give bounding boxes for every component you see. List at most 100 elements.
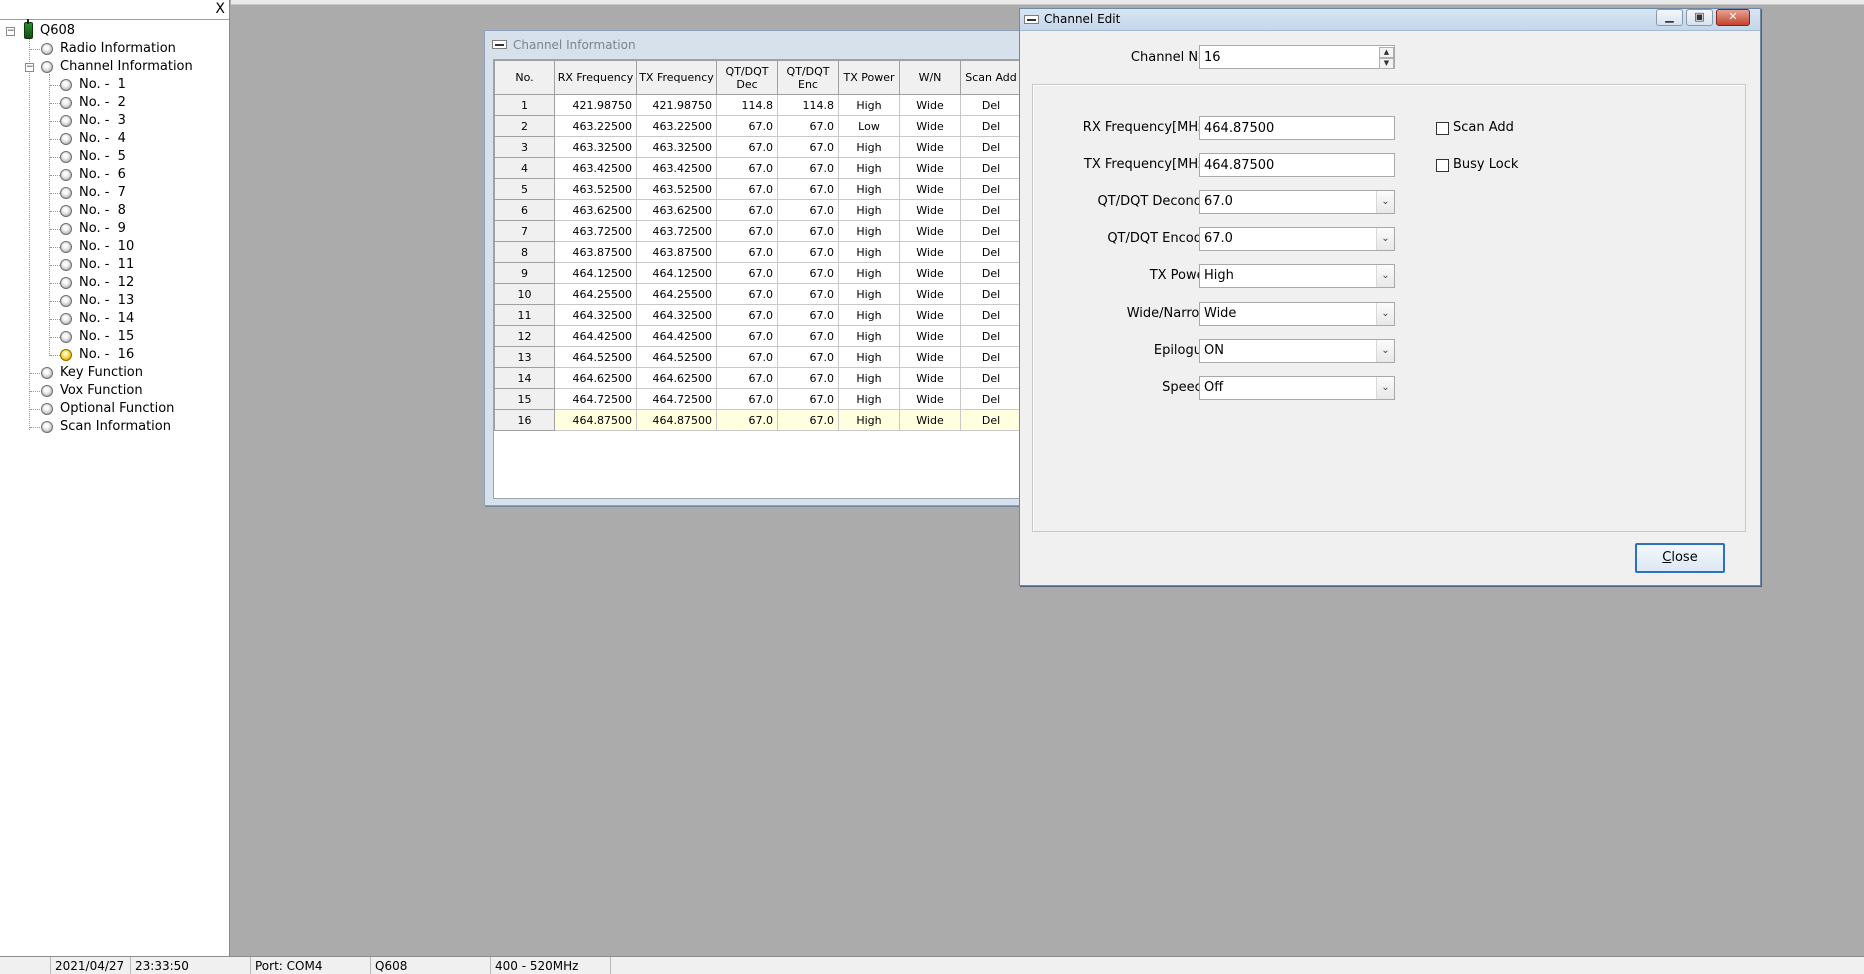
table-cell[interactable]: 67.0 (716, 178, 778, 200)
table-cell[interactable]: Wide (899, 199, 961, 221)
tree-item-channel[interactable]: No. - 12 (0, 274, 230, 292)
row-header[interactable]: 3 (494, 136, 555, 158)
collapse-icon[interactable]: − (6, 27, 15, 36)
row-header[interactable]: 15 (494, 388, 555, 410)
chevron-down-icon[interactable]: ⌄ (1376, 265, 1394, 287)
qt-dqt-encode-select[interactable]: 67.0 ⌄ (1199, 227, 1395, 251)
table-cell[interactable]: 463.87500 (554, 241, 637, 263)
table-cell[interactable]: 464.72500 (636, 388, 717, 410)
row-header[interactable]: 16 (494, 409, 555, 431)
table-cell[interactable]: Del (960, 115, 1022, 137)
chevron-down-icon[interactable]: ⌄ (1376, 228, 1394, 250)
table-cell[interactable]: 463.22500 (636, 115, 717, 137)
table-cell[interactable]: Wide (899, 409, 961, 431)
table-cell[interactable]: 463.52500 (554, 178, 637, 200)
row-header[interactable]: 12 (494, 325, 555, 347)
table-cell[interactable]: 67.0 (716, 388, 778, 410)
table-cell[interactable]: 421.98750 (636, 94, 717, 116)
chevron-down-icon[interactable]: ⌄ (1376, 340, 1394, 362)
table-cell[interactable]: Del (960, 367, 1022, 389)
row-header[interactable]: 14 (494, 367, 555, 389)
row-header[interactable]: 10 (494, 283, 555, 305)
table-cell[interactable]: 464.32500 (636, 304, 717, 326)
table-cell[interactable]: 114.8 (777, 94, 839, 116)
table-cell[interactable]: 463.32500 (636, 136, 717, 158)
table-cell[interactable]: 464.12500 (636, 262, 717, 284)
table-cell[interactable]: Wide (899, 220, 961, 242)
table-cell[interactable]: 463.72500 (636, 220, 717, 242)
table-cell[interactable]: 67.0 (777, 199, 839, 221)
table-cell[interactable]: High (838, 262, 900, 284)
table-cell[interactable]: High (838, 157, 900, 179)
table-cell[interactable]: Low (838, 115, 900, 137)
tree-item-channel[interactable]: No. - 13 (0, 292, 230, 310)
table-cell[interactable]: 463.32500 (554, 136, 637, 158)
row-header[interactable]: 11 (494, 304, 555, 326)
tree-item-channel[interactable]: No. - 6 (0, 166, 230, 184)
spin-down-icon[interactable]: ▼ (1379, 58, 1394, 69)
wide-narrow-select[interactable]: Wide ⌄ (1199, 302, 1395, 326)
table-cell[interactable]: Del (960, 409, 1022, 431)
channel-edit-dialog[interactable]: Channel Edit ▁ ▣ ✕ Channel No. ▲ ▼ RX Fr… (1019, 8, 1761, 586)
table-cell[interactable]: 464.42500 (636, 325, 717, 347)
close-panel-icon[interactable]: X (215, 1, 225, 17)
tree-item-scan-information[interactable]: Scan Information (0, 418, 230, 436)
row-header[interactable]: 1 (494, 94, 555, 116)
table-cell[interactable]: 463.42500 (636, 157, 717, 179)
table-cell[interactable]: 463.52500 (636, 178, 717, 200)
table-cell[interactable]: Wide (899, 262, 961, 284)
minimize-button[interactable]: ▁ (1656, 9, 1683, 26)
table-cell[interactable]: 464.52500 (636, 346, 717, 368)
chevron-down-icon[interactable]: ⌄ (1376, 303, 1394, 325)
table-cell[interactable]: 67.0 (777, 220, 839, 242)
table-cell[interactable]: 464.12500 (554, 262, 637, 284)
table-cell[interactable]: Del (960, 325, 1022, 347)
column-header[interactable]: No. (494, 60, 555, 95)
table-cell[interactable]: 67.0 (777, 388, 839, 410)
table-cell[interactable]: High (838, 388, 900, 410)
tree-item-channel[interactable]: No. - 8 (0, 202, 230, 220)
qt-dqt-decode-select[interactable]: 67.0 ⌄ (1199, 190, 1395, 214)
spin-up-icon[interactable]: ▲ (1379, 47, 1394, 58)
table-cell[interactable]: High (838, 136, 900, 158)
tree-item-channel[interactable]: No. - 9 (0, 220, 230, 238)
table-cell[interactable]: 463.72500 (554, 220, 637, 242)
table-cell[interactable]: 463.22500 (554, 115, 637, 137)
table-cell[interactable]: 67.0 (716, 115, 778, 137)
tx-power-select[interactable]: High ⌄ (1199, 264, 1395, 288)
tree-item-optional-function[interactable]: Optional Function (0, 400, 230, 418)
table-cell[interactable]: 464.52500 (554, 346, 637, 368)
table-cell[interactable]: 464.62500 (554, 367, 637, 389)
table-cell[interactable]: 67.0 (777, 157, 839, 179)
close-dialog-button[interactable]: Close (1635, 543, 1725, 573)
table-cell[interactable]: 67.0 (777, 325, 839, 347)
row-header[interactable]: 9 (494, 262, 555, 284)
table-cell[interactable]: 464.72500 (554, 388, 637, 410)
row-header[interactable]: 7 (494, 220, 555, 242)
table-cell[interactable]: 421.98750 (554, 94, 637, 116)
row-header[interactable]: 13 (494, 346, 555, 368)
table-cell[interactable]: 67.0 (716, 220, 778, 242)
table-cell[interactable]: Del (960, 220, 1022, 242)
table-cell[interactable]: Wide (899, 283, 961, 305)
table-cell[interactable]: High (838, 178, 900, 200)
table-cell[interactable]: Del (960, 157, 1022, 179)
table-cell[interactable]: 464.25500 (554, 283, 637, 305)
table-cell[interactable]: Wide (899, 136, 961, 158)
table-cell[interactable]: 67.0 (716, 136, 778, 158)
tree-item-channel[interactable]: No. - 4 (0, 130, 230, 148)
table-cell[interactable]: 67.0 (716, 199, 778, 221)
table-cell[interactable]: 464.62500 (636, 367, 717, 389)
table-cell[interactable]: 67.0 (716, 283, 778, 305)
table-cell[interactable]: 464.87500 (554, 409, 637, 431)
row-header[interactable]: 5 (494, 178, 555, 200)
table-cell[interactable]: Del (960, 136, 1022, 158)
tree-item-channel[interactable]: No. - 2 (0, 94, 230, 112)
tree-item-channel[interactable]: No. - 15 (0, 328, 230, 346)
table-cell[interactable]: High (838, 283, 900, 305)
tree-item-channel-information[interactable]: − Channel Information (0, 58, 230, 76)
tree-item-channel[interactable]: No. - 11 (0, 256, 230, 274)
tree-item-channel[interactable]: No. - 5 (0, 148, 230, 166)
table-cell[interactable]: Wide (899, 241, 961, 263)
table-cell[interactable]: High (838, 325, 900, 347)
